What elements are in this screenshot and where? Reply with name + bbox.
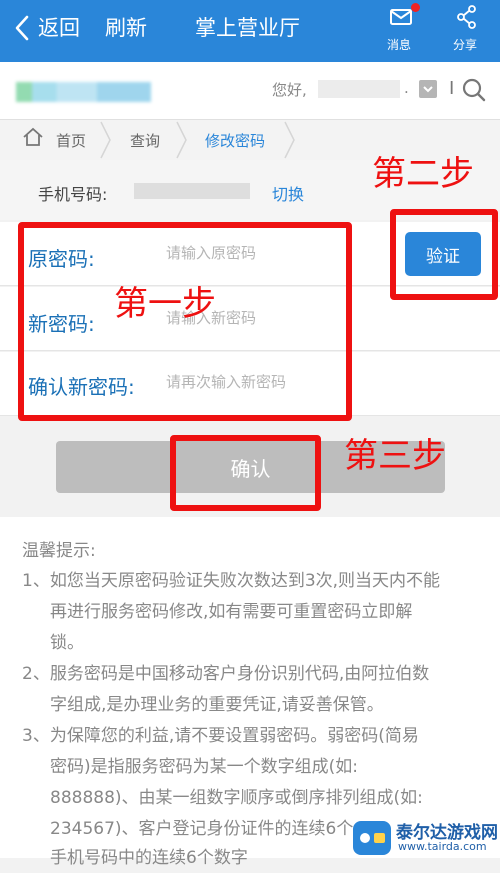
greeting-text: 您好, (272, 81, 307, 99)
brand-logo-blurred (16, 82, 151, 102)
watermark-logo-icon (353, 821, 391, 855)
step1-annotation: 第一步 (114, 284, 216, 324)
tip-line: 3、为保障您的利益,请不要设置弱密码。弱密码(简易 (22, 726, 419, 746)
chevron-left-icon[interactable] (14, 14, 30, 42)
tips-heading: 温馨提示: (22, 541, 96, 561)
breadcrumb-separator-icon (100, 121, 111, 159)
step2-highlight-box (390, 209, 498, 300)
tip-line: 再进行服务密码修改,如有需要可重置密码立即解 (50, 602, 413, 622)
step3-highlight-box (170, 435, 321, 511)
top-app-bar: 返回 刷新 掌上营业厅 消息 分享 (0, 0, 500, 62)
watermark-url: www.tairda.com (398, 840, 487, 853)
username-blurred (318, 80, 400, 98)
tip-line: 字组成,是办理业务的重要凭证,请妥善保管。 (50, 695, 384, 715)
breadcrumb-change-password[interactable]: 修改密码 (205, 130, 265, 151)
account-dropdown-button[interactable] (419, 80, 437, 98)
tip-line: 888888)、由某一组数字顺序或倒序排列组成(如: (50, 788, 423, 808)
breadcrumb-separator-icon (284, 121, 295, 159)
back-button[interactable]: 返回 (38, 14, 80, 42)
tip-line: 2、服务密码是中国移动客户身份识别代码,由阿拉伯数 (22, 664, 430, 684)
search-icon[interactable] (461, 77, 487, 103)
separator-dot: . (404, 79, 409, 97)
breadcrumb-home[interactable]: 首页 (56, 130, 86, 151)
breadcrumb-separator-icon (176, 121, 187, 159)
home-icon[interactable] (22, 126, 44, 148)
step3-annotation: 第三步 (344, 436, 446, 476)
unread-badge (411, 3, 420, 12)
tip-line: 234567)、客户登记身份证件的连续6个 (50, 819, 354, 839)
share-icon[interactable] (456, 5, 478, 29)
share-label[interactable]: 分享 (453, 36, 477, 53)
tip-line: 手机号码中的连续6个数字 (50, 848, 248, 868)
envelope-icon[interactable] (389, 6, 413, 28)
page-title: 掌上营业厅 (195, 16, 300, 40)
tip-line: 密码)是指服务密码为某一个数字组成(如: (50, 757, 358, 777)
tip-line: 1、如您当天原密码验证失败次数达到3次,则当天内不能 (22, 571, 441, 591)
refresh-button[interactable]: 刷新 (105, 14, 147, 42)
breadcrumb-query[interactable]: 查询 (130, 130, 160, 151)
chevron-down-icon (423, 86, 433, 93)
tip-line: 锁。 (50, 633, 84, 653)
phone-label: 手机号码: (38, 185, 108, 204)
step2-annotation: 第二步 (372, 154, 474, 194)
switch-number-link[interactable]: 切换 (272, 181, 304, 205)
divider-bar: I (449, 78, 455, 99)
messages-label[interactable]: 消息 (387, 36, 411, 53)
phone-number-blurred (134, 183, 250, 199)
